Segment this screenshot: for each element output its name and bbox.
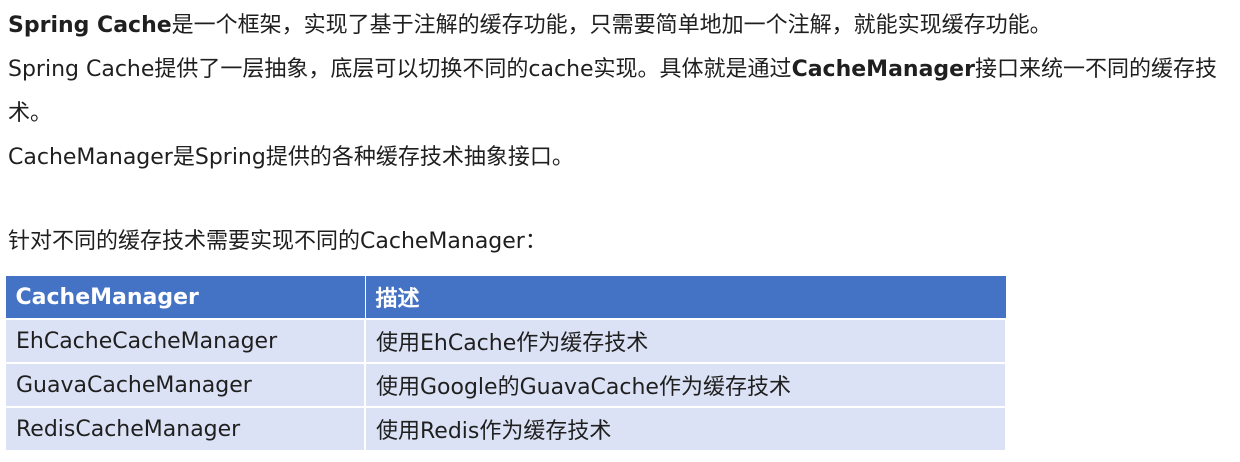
cell-description: 使用Redis作为缓存技术 bbox=[364, 406, 1007, 452]
cell-description: 使用EhCache作为缓存技术 bbox=[364, 318, 1007, 364]
table-row: GuavaCacheManager 使用Google的GuavaCache作为缓… bbox=[4, 362, 1007, 408]
header-cachemanager: CacheManager bbox=[4, 275, 366, 320]
cell-manager-name: GuavaCacheManager bbox=[4, 362, 366, 408]
cell-description: 使用Google的GuavaCache作为缓存技术 bbox=[364, 362, 1007, 408]
paragraph-table-intro: 针对不同的缓存技术需要实现不同的CacheManager： bbox=[8, 229, 547, 254]
bold-spring-cache: Spring Cache bbox=[8, 13, 172, 38]
paragraph-cachemanager: CacheManager是Spring提供的各种缓存技术抽象接口。 bbox=[8, 145, 574, 170]
header-description: 描述 bbox=[364, 275, 1007, 320]
table-row: EhCacheCacheManager 使用EhCache作为缓存技术 bbox=[4, 318, 1007, 364]
paragraph-abstraction-start: Spring Cache提供了一层抽象，底层可以切换不同的cache实现。具体就… bbox=[8, 57, 792, 82]
cachemanager-table: CacheManager 描述 EhCacheCacheManager 使用Eh… bbox=[4, 275, 1007, 452]
cell-manager-name: EhCacheCacheManager bbox=[4, 318, 366, 364]
paragraph-abstraction: Spring Cache提供了一层抽象，底层可以切换不同的cache实现。具体就… bbox=[8, 48, 1234, 136]
cell-manager-name: RedisCacheManager bbox=[4, 406, 366, 452]
table-header-row: CacheManager 描述 bbox=[4, 275, 1007, 320]
table-row: RedisCacheManager 使用Redis作为缓存技术 bbox=[4, 406, 1007, 452]
paragraph-intro-text: 是一个框架，实现了基于注解的缓存功能，只需要简单地加一个注解，就能实现缓存功能。 bbox=[171, 13, 1052, 38]
bold-cachemanager: CacheManager bbox=[791, 57, 975, 82]
paragraph-intro: Spring Cache是一个框架，实现了基于注解的缓存功能，只需要简单地加一个… bbox=[8, 4, 1052, 48]
